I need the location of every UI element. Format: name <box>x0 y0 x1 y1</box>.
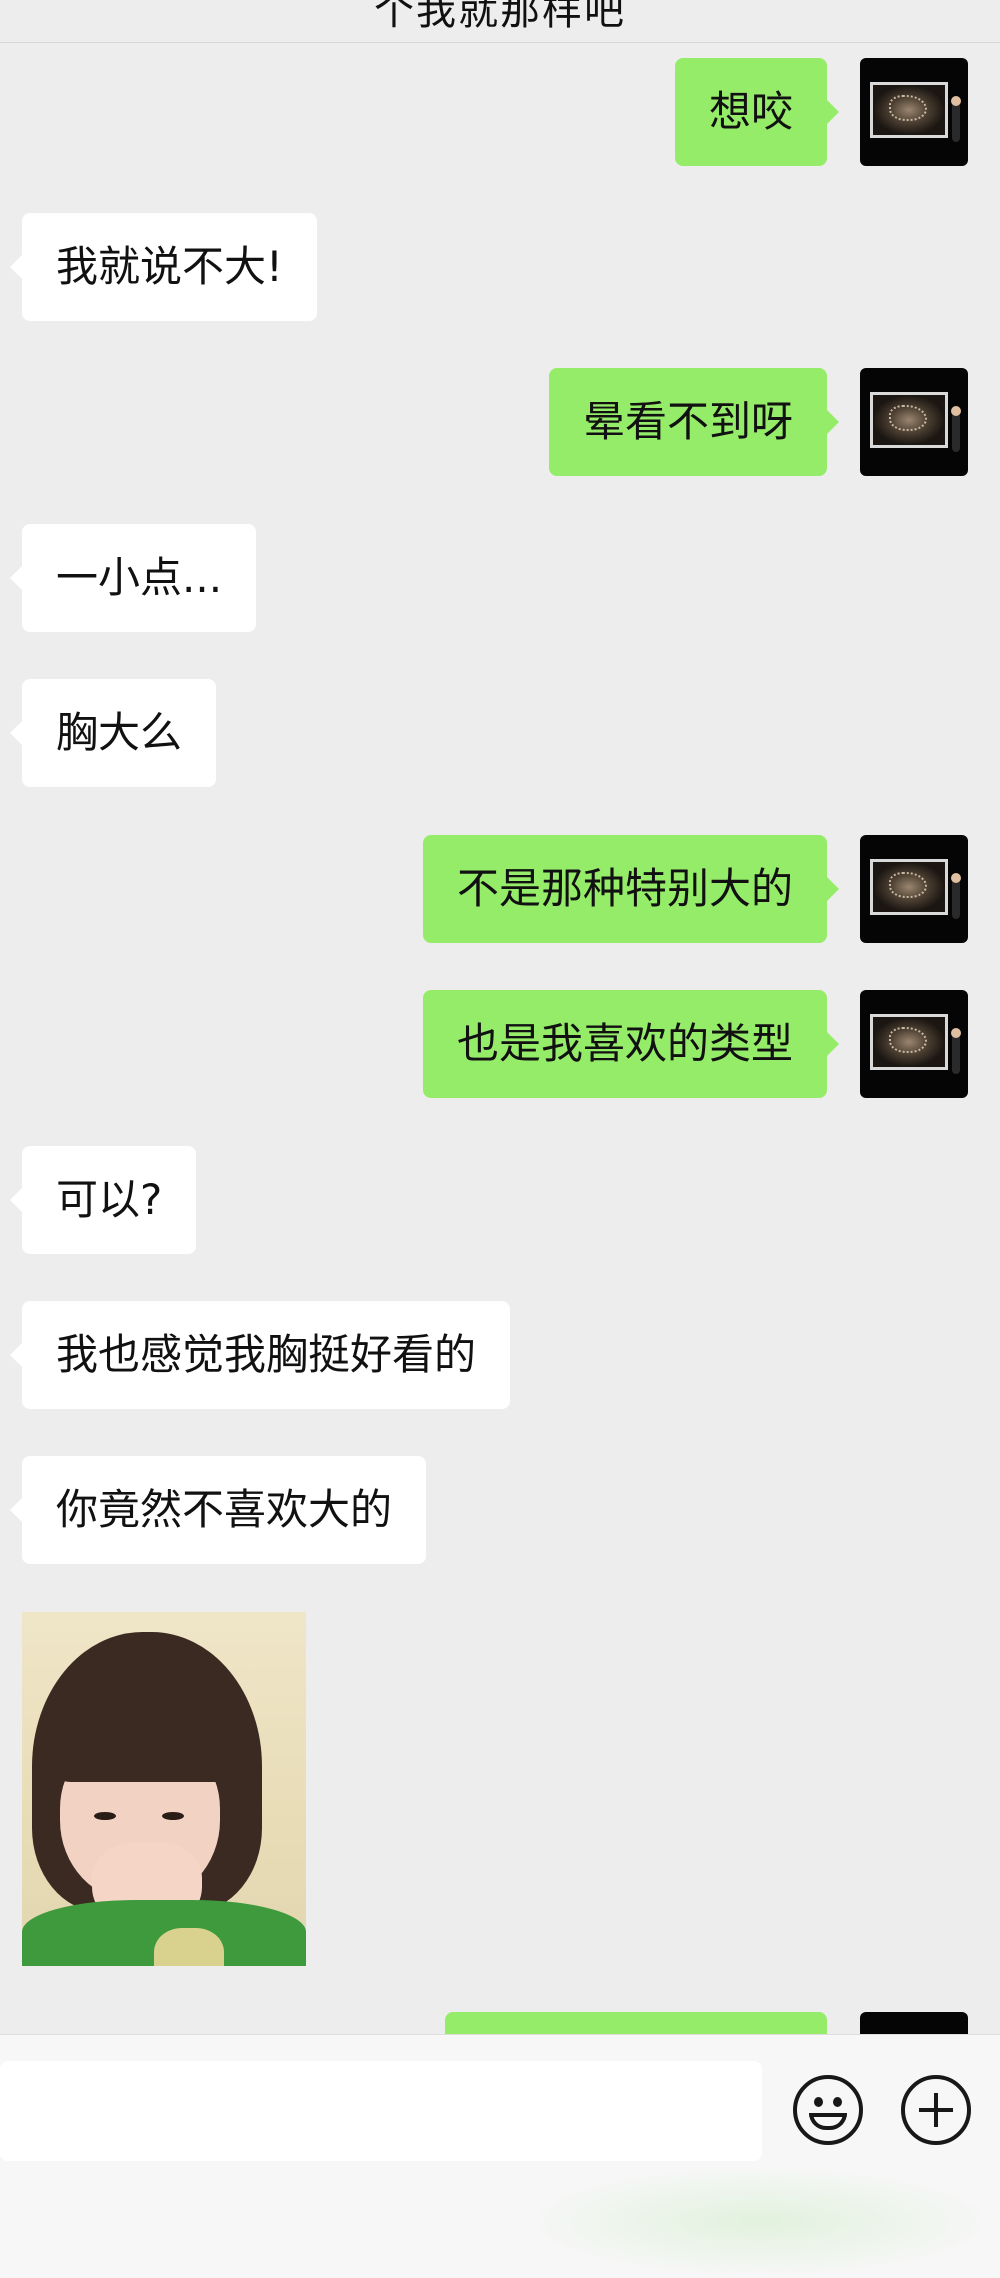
avatar-artwork <box>870 82 948 138</box>
smiley-eye <box>833 2097 842 2107</box>
avatar-artwork <box>870 859 948 915</box>
chat-title: 个我就那样吧 <box>374 0 626 34</box>
avatar-artwork <box>870 1014 948 1070</box>
message-bubble-outgoing[interactable]: 晕看不到呀 <box>548 368 840 476</box>
message-bubble-incoming[interactable]: 我就说不大! <box>10 213 317 321</box>
sticker-shirt-patch <box>154 1928 224 1966</box>
input-bar <box>0 2034 1000 2278</box>
avatar-person <box>951 96 961 142</box>
message-bubble-incoming[interactable]: 我也感觉我胸挺好看的 <box>9 1301 511 1409</box>
sticker-eye <box>162 1812 184 1820</box>
smiley-icon[interactable] <box>793 2075 863 2145</box>
girl-covering-nose-sticker[interactable] <box>22 1612 306 1966</box>
sender-avatar[interactable] <box>860 58 968 166</box>
sticker-bangs <box>52 1672 242 1782</box>
avatar-artwork <box>870 392 948 448</box>
message-bubble-outgoing[interactable]: 想咬 <box>674 58 840 166</box>
message-bubble-incoming[interactable]: 胸大么 <box>9 679 217 787</box>
message-bubble-outgoing[interactable]: 不是那种特别大的 <box>422 835 840 943</box>
message-input[interactable] <box>0 2061 762 2161</box>
message-bubble-outgoing[interactable]: 也是我喜欢的类型 <box>422 990 840 1098</box>
chat-header: 个我就那样吧 <box>0 0 1000 43</box>
sender-avatar[interactable] <box>860 368 968 476</box>
bottom-glow <box>520 2165 1000 2278</box>
message-bubble-incoming[interactable]: 可以? <box>9 1146 197 1254</box>
sender-avatar[interactable] <box>860 990 968 1098</box>
avatar-person <box>951 873 961 919</box>
smiley-eye <box>814 2097 823 2107</box>
avatar-person <box>951 1028 961 1074</box>
avatar-person <box>951 406 961 452</box>
message-bubble-incoming[interactable]: 一小点... <box>9 524 257 632</box>
sender-avatar[interactable] <box>860 835 968 943</box>
smiley-mouth <box>809 2113 847 2130</box>
sticker-eye <box>94 1812 116 1820</box>
plus-circle-icon[interactable] <box>901 2075 971 2145</box>
message-bubble-incoming[interactable]: 你竟然不喜欢大的 <box>9 1456 427 1564</box>
